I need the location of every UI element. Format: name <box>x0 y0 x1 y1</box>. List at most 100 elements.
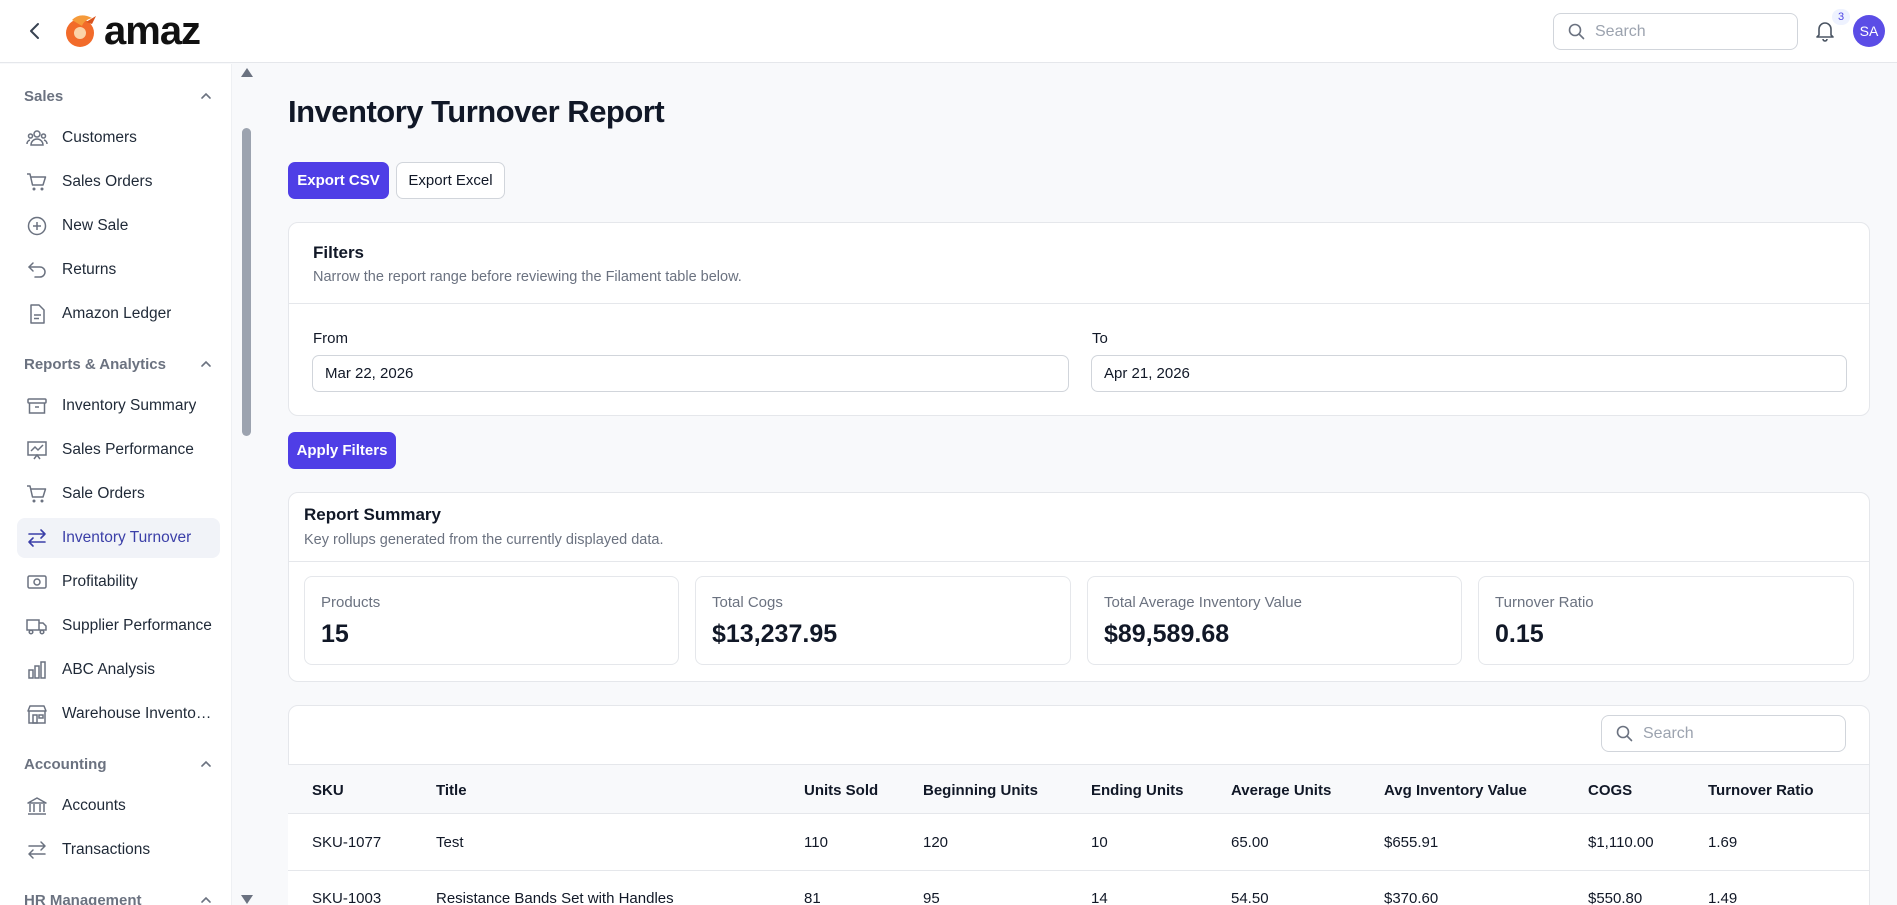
sidebar-item-customers[interactable]: Customers <box>17 118 220 158</box>
sidebar-scrollbar-thumb[interactable] <box>242 128 251 436</box>
chevron-up-icon <box>201 896 211 903</box>
sidebar-item-warehouse-inventory[interactable]: Warehouse Inventor... <box>17 694 220 734</box>
sidebar-item-accounts[interactable]: Accounts <box>17 786 220 826</box>
cell-units-sold: 81 <box>804 890 821 905</box>
sidebar-item-label: Accounts <box>62 797 126 814</box>
logo-icon <box>66 15 96 47</box>
shopping-cart-icon <box>27 173 47 191</box>
sidebar-group-label: Sales <box>24 87 64 105</box>
export-excel-button[interactable]: Export Excel <box>396 162 505 199</box>
return-arrow-icon <box>28 262 46 278</box>
table-header-row: SKU Title Units Sold Beginning Units End… <box>288 764 1869 814</box>
column-header-units-sold[interactable]: Units Sold <box>804 782 878 799</box>
sidebar: Sales Customers Sales Orders New Sale Re… <box>0 64 232 905</box>
cell-turnover-ratio: 1.49 <box>1708 890 1738 905</box>
building-storefront-icon <box>27 705 47 724</box>
sidebar-group-label: HR Management <box>24 891 142 905</box>
user-avatar[interactable]: SA <box>1853 15 1885 47</box>
global-search-input[interactable] <box>1595 22 1775 41</box>
summary-subtitle: Key rollups generated from the currently… <box>304 532 664 548</box>
sidebar-item-label: Supplier Performance <box>62 617 212 634</box>
sidebar-item-profitability[interactable]: Profitability <box>17 562 220 602</box>
chevron-up-icon <box>201 760 211 767</box>
stat-card-total-cogs: Total Cogs $13,237.95 <box>695 576 1071 665</box>
cell-turnover-ratio: 1.69 <box>1708 834 1738 851</box>
sidebar-item-amazon-ledger[interactable]: Amazon Ledger <box>17 294 220 334</box>
document-icon <box>30 304 45 324</box>
sidebar-item-label: New Sale <box>62 217 129 234</box>
sidebar-group-reports-analytics[interactable]: Reports & Analytics <box>24 353 212 375</box>
search-icon <box>1568 23 1585 40</box>
cell-beginning-units: 120 <box>923 834 949 851</box>
table-row[interactable]: SKU-1077 Test 110 120 10 65.00 $655.91 $… <box>288 814 1869 871</box>
column-header-turnover-ratio[interactable]: Turnover Ratio <box>1708 782 1814 799</box>
cell-avg-inventory-value: $370.60 <box>1384 890 1439 905</box>
chevron-up-icon <box>201 360 211 367</box>
stat-card-products: Products 15 <box>304 576 679 665</box>
sidebar-item-label: Sales Orders <box>62 173 153 190</box>
sidebar-item-label: Amazon Ledger <box>62 305 172 322</box>
sidebar-item-label: Sale Orders <box>62 485 145 502</box>
sidebar-group-accounting[interactable]: Accounting <box>24 753 212 775</box>
sidebar-item-abc-analysis[interactable]: ABC Analysis <box>17 650 220 690</box>
logo-text: amaz <box>104 9 201 53</box>
column-header-average-units[interactable]: Average Units <box>1231 782 1331 799</box>
top-bar: amaz 3 SA <box>0 0 1897 63</box>
table-search-input[interactable] <box>1643 724 1823 743</box>
to-label: To <box>1092 330 1108 347</box>
notification-count-badge: 3 <box>1832 9 1850 25</box>
apply-filters-button[interactable]: Apply Filters <box>288 432 396 469</box>
app-logo[interactable]: amaz <box>62 9 201 53</box>
summary-title: Report Summary <box>304 505 441 524</box>
filters-title: Filters <box>313 243 365 262</box>
sidebar-group-sales[interactable]: Sales <box>24 85 212 107</box>
column-header-sku[interactable]: SKU <box>312 782 344 799</box>
cell-ending-units: 14 <box>1091 890 1108 905</box>
to-date-input[interactable]: Apr 21, 2026 <box>1091 355 1847 392</box>
sidebar-item-label: Profitability <box>62 573 138 590</box>
cell-average-units: 54.50 <box>1231 890 1269 905</box>
global-search[interactable] <box>1553 13 1798 50</box>
column-header-cogs[interactable]: COGS <box>1588 782 1632 799</box>
cell-cogs: $1,110.00 <box>1588 834 1654 851</box>
sidebar-item-transactions[interactable]: Transactions <box>17 830 220 870</box>
cell-ending-units: 10 <box>1091 834 1108 851</box>
table-row[interactable]: SKU-1003 Resistance Bands Set with Handl… <box>288 871 1869 905</box>
sidebar-item-new-sale[interactable]: New Sale <box>17 206 220 246</box>
scroll-down-arrow[interactable] <box>241 895 253 904</box>
banknotes-icon <box>27 575 47 589</box>
export-csv-button[interactable]: Export CSV <box>288 162 389 199</box>
plus-circle-icon <box>27 216 47 236</box>
sidebar-item-returns[interactable]: Returns <box>17 250 220 290</box>
arrows-right-left-icon <box>28 529 46 547</box>
sidebar-group-hr-management[interactable]: HR Management <box>24 889 212 905</box>
stat-value: $13,237.95 <box>712 620 838 648</box>
cell-average-units: 65.00 <box>1231 834 1269 851</box>
sidebar-item-label: Transactions <box>62 841 151 858</box>
sidebar-item-inventory-summary[interactable]: Inventory Summary <box>17 386 220 426</box>
bank-building-icon <box>27 797 47 815</box>
sidebar-item-sales-orders[interactable]: Sales Orders <box>17 162 220 202</box>
sidebar-item-sale-orders[interactable]: Sale Orders <box>17 474 220 514</box>
presentation-chart-icon <box>27 441 47 460</box>
column-header-ending-units[interactable]: Ending Units <box>1091 782 1184 799</box>
back-arrow-icon[interactable] <box>22 18 48 44</box>
from-label: From <box>313 330 348 347</box>
sidebar-item-label: Returns <box>62 261 117 278</box>
column-header-beginning-units[interactable]: Beginning Units <box>923 782 1038 799</box>
sidebar-item-label: Inventory Turnover <box>62 529 192 546</box>
sidebar-item-sales-performance[interactable]: Sales Performance <box>17 430 220 470</box>
stat-label: Total Cogs <box>712 594 783 611</box>
cell-avg-inventory-value: $655.91 <box>1384 834 1439 851</box>
column-header-title[interactable]: Title <box>436 782 467 799</box>
sidebar-item-supplier-performance[interactable]: Supplier Performance <box>17 606 220 646</box>
scroll-up-arrow[interactable] <box>241 68 253 77</box>
column-header-avg-inventory-value[interactable]: Avg Inventory Value <box>1384 782 1527 799</box>
sidebar-item-inventory-turnover[interactable]: Inventory Turnover <box>17 518 220 558</box>
from-date-input[interactable]: Mar 22, 2026 <box>312 355 1069 392</box>
shopping-cart-icon <box>27 485 47 503</box>
table-search[interactable] <box>1601 715 1846 752</box>
stat-value: 15 <box>321 620 349 648</box>
stat-card-turnover-ratio: Turnover Ratio 0.15 <box>1478 576 1854 665</box>
chevron-up-icon <box>201 92 211 99</box>
